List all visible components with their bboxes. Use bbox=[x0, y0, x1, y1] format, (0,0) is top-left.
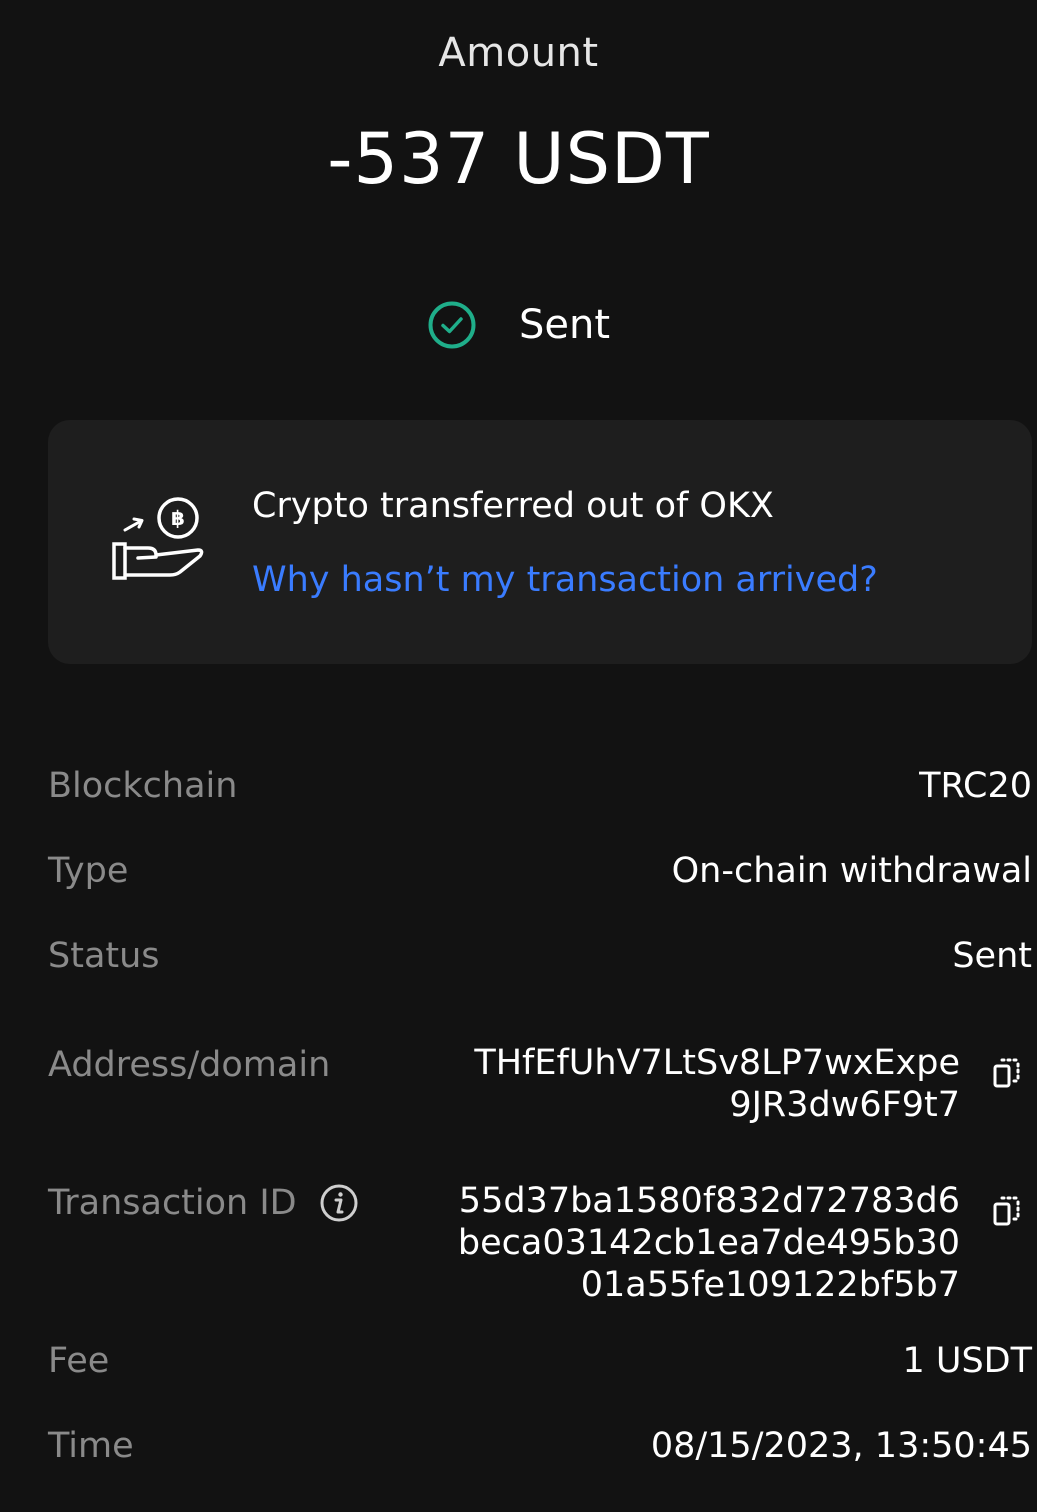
info-card: ฿ Crypto transferred out of OKX Why hasn… bbox=[48, 420, 1032, 664]
blockchain-value: TRC20 bbox=[919, 766, 1032, 806]
txid-line-2: beca03142cb1ea7de495b30 bbox=[457, 1223, 960, 1263]
time-value: 08/15/2023, 13:50:45 bbox=[650, 1426, 1032, 1466]
transaction-detail-page: Amount -537 USDT Sent ฿ Crypto transferr… bbox=[0, 0, 1037, 1512]
address-value: THfEfUhV7LtSv8LP7wxExpe 9JR3dw6F9t7 bbox=[474, 1042, 960, 1126]
hand-coin-icon: ฿ bbox=[112, 497, 204, 580]
check-circle-icon bbox=[428, 301, 476, 349]
status-label: Status bbox=[48, 936, 160, 976]
status-row: Sent bbox=[0, 300, 1037, 350]
txid-value: 55d37ba1580f832d72783d6 beca03142cb1ea7d… bbox=[458, 1180, 960, 1306]
amount-value: -537 USDT bbox=[327, 118, 710, 200]
transaction-help-link[interactable]: Why hasn’t my transaction arrived? bbox=[252, 560, 878, 600]
address-line-2: 9JR3dw6F9t7 bbox=[729, 1085, 960, 1125]
txid-label-group: Transaction ID bbox=[48, 1183, 359, 1223]
fee-label: Fee bbox=[48, 1341, 110, 1381]
type-label: Type bbox=[48, 851, 129, 891]
card-title: Crypto transferred out of OKX bbox=[252, 486, 774, 526]
txid-line-1: 55d37ba1580f832d72783d6 bbox=[458, 1181, 960, 1221]
info-icon[interactable] bbox=[319, 1183, 359, 1223]
type-value: On-chain withdrawal bbox=[671, 851, 1032, 891]
txid-line-3: 01a55fe109122bf5b7 bbox=[580, 1265, 960, 1305]
status-value: Sent bbox=[952, 936, 1032, 976]
blockchain-label: Blockchain bbox=[48, 766, 238, 806]
copy-address-icon[interactable] bbox=[992, 1055, 1024, 1091]
fee-value: 1 USDT bbox=[902, 1341, 1032, 1381]
txid-label: Transaction ID bbox=[48, 1183, 297, 1223]
amount-label: Amount bbox=[438, 30, 599, 76]
status-text: Sent bbox=[518, 302, 611, 348]
address-label: Address/domain bbox=[48, 1045, 331, 1085]
svg-text:฿: ฿ bbox=[171, 506, 185, 530]
time-label: Time bbox=[48, 1426, 134, 1466]
address-line-1: THfEfUhV7LtSv8LP7wxExpe bbox=[474, 1043, 960, 1083]
copy-txid-icon[interactable] bbox=[992, 1193, 1024, 1229]
